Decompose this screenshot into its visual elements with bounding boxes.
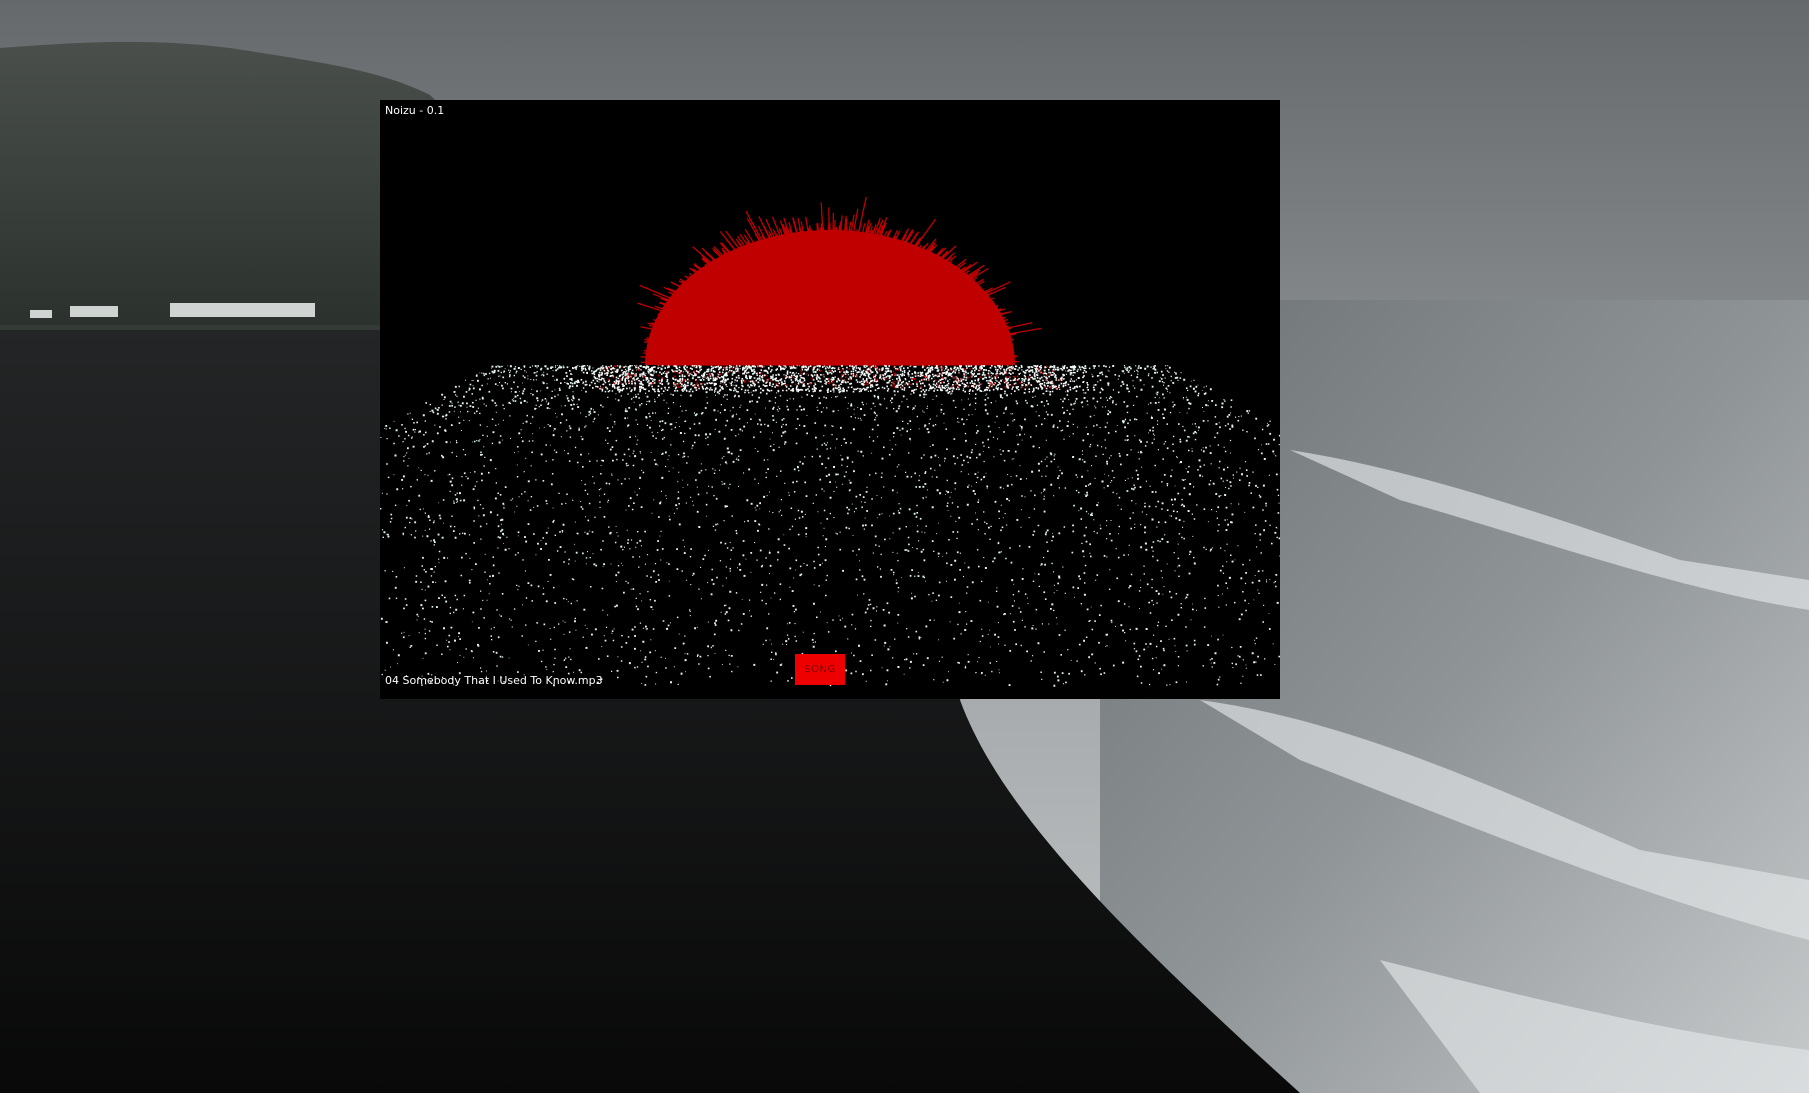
desktop: Noizu - 0.1 04 Somebody That I Used To K… [0, 0, 1809, 1093]
song-button[interactable]: SONG [795, 654, 845, 685]
window-title: Noizu - 0.1 [385, 104, 445, 117]
audio-visualizer [380, 100, 1280, 699]
current-track-name: 04 Somebody That I Used To Know.mp3 [385, 674, 603, 687]
noizu-app-window[interactable]: Noizu - 0.1 04 Somebody That I Used To K… [380, 100, 1280, 699]
